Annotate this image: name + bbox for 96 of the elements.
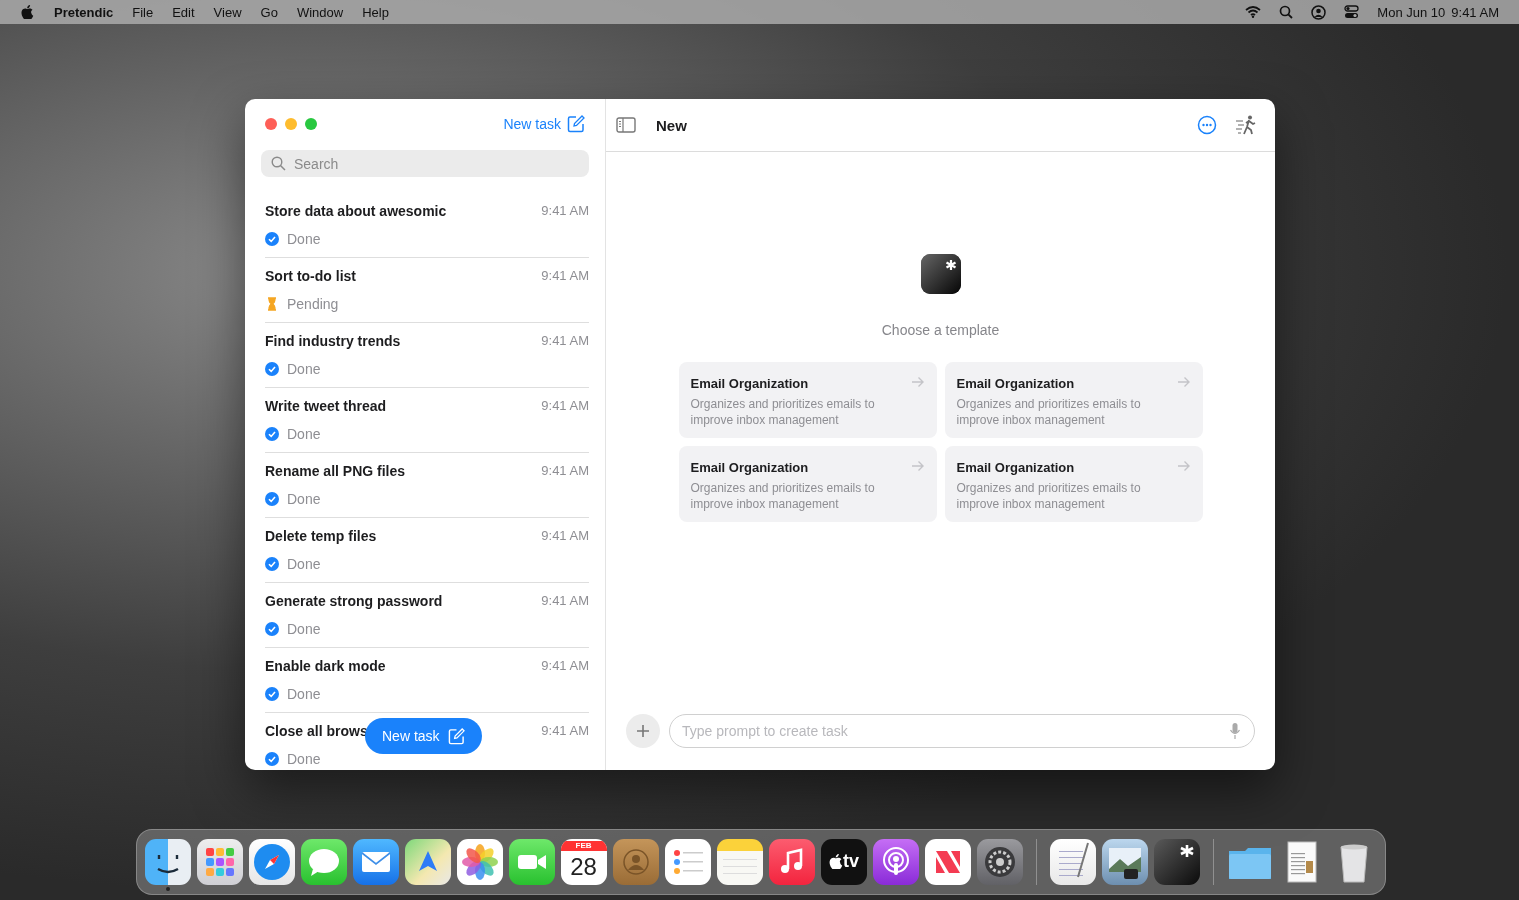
more-options-icon[interactable] xyxy=(1197,115,1217,135)
menu-item[interactable]: File xyxy=(132,4,154,20)
menu-item[interactable]: Window xyxy=(296,4,344,20)
music-note-icon[interactable] xyxy=(768,838,815,885)
task-title[interactable]: Sort to-do list xyxy=(265,268,356,288)
toggles-icon[interactable] xyxy=(1344,5,1360,19)
task-status: Done xyxy=(287,361,321,377)
task-status: Done xyxy=(287,491,321,507)
menu-date[interactable]: Mon Jun 10 xyxy=(1377,4,1446,20)
asterisk-app-icon xyxy=(920,254,961,294)
asterisk-app-icon[interactable] xyxy=(1153,838,1200,885)
arrow-right-icon xyxy=(1176,376,1191,388)
wifi-icon[interactable] xyxy=(1245,6,1262,18)
notepad-icon[interactable] xyxy=(716,838,763,885)
task-time: 9:41 AM xyxy=(541,203,589,220)
task-status: Done xyxy=(287,621,321,637)
template-prompt: Choose a template xyxy=(881,322,1000,338)
task-status: Done xyxy=(287,686,321,702)
smiling-face-icon[interactable] xyxy=(144,838,191,885)
task-time: 9:41 AM xyxy=(541,658,589,675)
task-time: 9:41 AM xyxy=(541,268,589,285)
task-time: 9:41 AM xyxy=(541,528,589,545)
walking-person-icon[interactable] xyxy=(1235,115,1257,135)
template-card[interactable]: Email Organization Organizes and prioritizes emails to improve inbox management xyxy=(678,446,937,522)
calendar-icon[interactable]: FEB 28 xyxy=(560,838,607,885)
task-status: Done xyxy=(287,751,321,767)
task-title[interactable]: Rename all PNG files xyxy=(265,463,406,483)
new-task-button[interactable]: New task xyxy=(365,718,482,754)
task-time: 9:41 AM xyxy=(541,333,589,350)
podcast-icon[interactable] xyxy=(872,838,919,885)
prompt-input-field[interactable]: Type prompt to create task xyxy=(669,714,1255,748)
checkmark-circle-icon xyxy=(265,557,279,571)
compass-icon[interactable] xyxy=(248,838,295,885)
compose-icon xyxy=(447,727,465,745)
task-title[interactable]: Write tweet thread xyxy=(265,398,387,418)
tv-app-icon[interactable]: tv xyxy=(820,838,867,885)
search-field[interactable]: Search xyxy=(261,150,589,177)
task-status: Done xyxy=(287,426,321,442)
arrow-right-icon xyxy=(1176,460,1191,472)
calendar-day: 28 xyxy=(570,850,597,883)
task-time: 9:41 AM xyxy=(541,463,589,480)
checklist-icon[interactable] xyxy=(664,838,711,885)
task-time: 9:41 AM xyxy=(541,723,589,740)
menu-time[interactable]: 9:41 AM xyxy=(1451,4,1499,20)
flower-icon[interactable] xyxy=(456,838,503,885)
tv-label: tv xyxy=(843,851,859,872)
apple-logo-icon[interactable] xyxy=(828,854,843,869)
template-card[interactable]: Email Organization Organizes and prioritizes emails to improve inbox management xyxy=(944,446,1203,522)
compose-icon xyxy=(567,115,585,133)
menu-item[interactable]: View xyxy=(213,4,242,20)
checkmark-circle-icon xyxy=(265,492,279,506)
checkmark-circle-icon xyxy=(265,622,279,636)
task-status: Done xyxy=(287,556,321,572)
grid-icon[interactable] xyxy=(196,838,243,885)
task-title[interactable]: Store data about awesomic xyxy=(265,203,447,223)
task-title[interactable]: Generate strong password xyxy=(265,593,443,613)
envelope-icon[interactable] xyxy=(352,838,399,885)
window-title: New xyxy=(656,116,687,134)
task-title[interactable]: Find industry trends xyxy=(265,333,401,353)
menu-item[interactable]: Help xyxy=(362,4,389,20)
checkmark-circle-icon xyxy=(265,752,279,766)
user-icon[interactable] xyxy=(1311,4,1327,20)
template-card[interactable]: Email Organization Organizes and prioritizes emails to improve inbox management xyxy=(678,362,937,438)
menu-item[interactable]: Edit xyxy=(172,4,195,20)
hourglass-icon xyxy=(265,297,279,311)
gear-icon[interactable] xyxy=(976,838,1023,885)
menu-item[interactable]: Pretendic xyxy=(54,4,114,20)
task-title[interactable]: Close all brows xyxy=(265,723,368,743)
checkmark-circle-icon xyxy=(265,362,279,376)
text-page-icon[interactable] xyxy=(1049,838,1096,885)
task-title[interactable]: Enable dark mode xyxy=(265,658,386,678)
task-status: Done xyxy=(287,231,321,247)
plus-icon xyxy=(636,724,650,738)
task-status: Pending xyxy=(287,296,339,312)
checkmark-circle-icon xyxy=(265,427,279,441)
calendar-month: FEB xyxy=(560,840,607,851)
map-icon[interactable] xyxy=(404,838,451,885)
checkmark-circle-icon xyxy=(265,232,279,246)
news-icon[interactable] xyxy=(924,838,971,885)
add-button[interactable] xyxy=(626,714,660,748)
template-card[interactable]: Email Organization Organizes and prioritizes emails to improve inbox management xyxy=(944,362,1203,438)
task-time: 9:41 AM xyxy=(541,593,589,610)
new-task-link[interactable]: New task xyxy=(503,115,585,133)
arrow-right-icon xyxy=(910,376,925,388)
apple-logo-icon[interactable] xyxy=(20,5,34,19)
close-window-button[interactable] xyxy=(265,118,277,130)
sidebar-toggle-icon[interactable] xyxy=(616,117,636,133)
search-icon[interactable] xyxy=(1279,5,1294,19)
menu-item[interactable]: Go xyxy=(260,4,278,20)
task-time: 9:41 AM xyxy=(541,398,589,415)
checkmark-circle-icon xyxy=(265,687,279,701)
arrow-right-icon xyxy=(910,460,925,472)
photo-stack-icon[interactable] xyxy=(1101,838,1148,885)
speech-bubble-icon[interactable] xyxy=(300,838,347,885)
video-camera-icon[interactable] xyxy=(508,838,555,885)
task-title[interactable]: Delete temp files xyxy=(265,528,377,548)
